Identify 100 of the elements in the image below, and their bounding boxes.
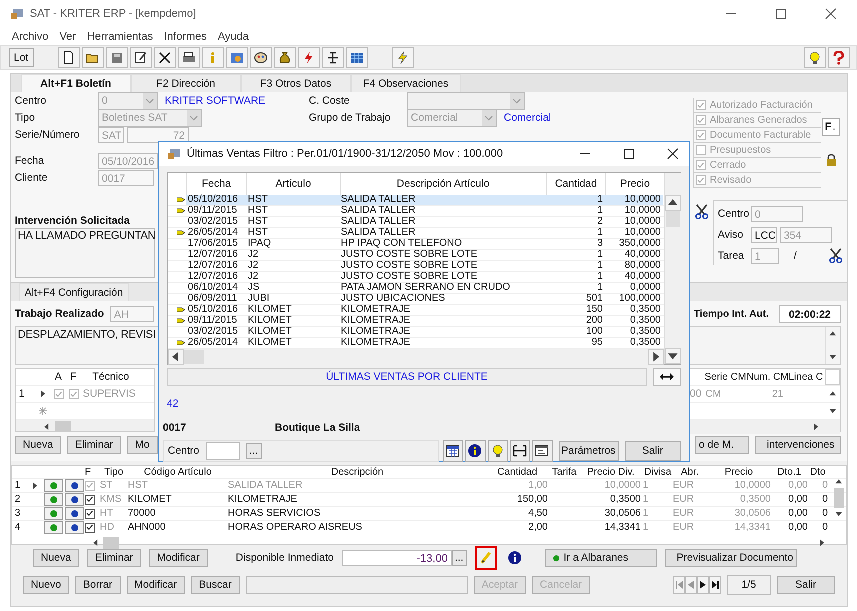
toolbar-button[interactable] <box>510 440 530 462</box>
scroll-down-icon[interactable] <box>829 407 838 415</box>
close-icon[interactable] <box>825 8 837 20</box>
toolbar-button[interactable] <box>442 440 464 462</box>
checkbox[interactable] <box>696 130 706 140</box>
table-cell[interactable]: 09/11/2015 <box>186 316 246 326</box>
column-header[interactable]: Precio Div. <box>581 466 641 478</box>
dialog-button[interactable]: Parámetros <box>558 441 619 461</box>
menu-item[interactable]: Ayuda <box>218 30 250 42</box>
table-cell[interactable]: 12/07/2016 <box>186 250 246 260</box>
column-header[interactable]: Serie CM <box>702 372 745 382</box>
checkbox[interactable] <box>696 160 706 170</box>
table-cell[interactable]: 26/05/2014 <box>186 338 246 348</box>
table-cell[interactable]: 12/07/2016 <box>186 261 246 271</box>
scroll-thumb[interactable] <box>55 421 71 431</box>
checkbox[interactable] <box>85 494 95 504</box>
checkbox[interactable] <box>68 389 78 399</box>
status-button[interactable] <box>65 479 84 492</box>
menu-item[interactable]: Ver <box>60 30 76 42</box>
status-button[interactable] <box>65 521 84 534</box>
scroll-up-icon[interactable] <box>835 478 843 486</box>
scissors-icon[interactable] <box>829 248 843 264</box>
scroll-thumb[interactable] <box>666 211 680 227</box>
toolbar-button[interactable] <box>154 47 176 68</box>
toolbar-button[interactable] <box>804 47 826 68</box>
scroll-down-icon[interactable] <box>665 348 681 364</box>
scroll-down-icon[interactable] <box>835 510 843 518</box>
work-group-link[interactable]: Comercial <box>504 112 552 124</box>
first-record-button[interactable] <box>673 576 685 594</box>
status-button[interactable] <box>44 479 63 492</box>
column-header[interactable]: A <box>51 371 66 383</box>
toolbar-button[interactable] <box>274 47 296 68</box>
scroll-right-icon[interactable] <box>648 349 664 365</box>
exit-button[interactable]: Salir <box>777 576 835 594</box>
more-button[interactable]: ... <box>452 550 467 566</box>
table-cell[interactable]: 17/06/2015 <box>186 239 246 249</box>
scroll-up-icon[interactable] <box>829 390 838 398</box>
tab[interactable]: Alt+F4 Configuración <box>19 283 129 301</box>
checkbox[interactable] <box>85 522 95 532</box>
action-button[interactable]: Nueva <box>33 549 80 567</box>
column-header[interactable]: F <box>66 371 81 383</box>
scroll-thumb[interactable] <box>834 488 844 508</box>
status-button[interactable] <box>44 493 63 506</box>
next-record-button[interactable] <box>697 576 709 594</box>
current-row-marker[interactable] <box>39 390 47 398</box>
close-icon[interactable] <box>667 148 679 160</box>
tab[interactable]: F3 Otros Datos <box>241 74 351 92</box>
tab[interactable]: F4 Observaciones <box>351 74 461 92</box>
maximize-icon[interactable] <box>623 148 635 160</box>
scroll-up-icon[interactable] <box>665 195 681 211</box>
column-header[interactable]: Divisa <box>641 466 673 478</box>
toolbar-button[interactable] <box>130 47 152 68</box>
column-header[interactable]: Tipo <box>98 466 128 478</box>
toolbar-button[interactable] <box>532 440 553 462</box>
scroll-left-icon[interactable] <box>43 423 51 431</box>
action-button[interactable]: Borrar <box>75 576 121 594</box>
scroll-thumb[interactable] <box>184 350 204 364</box>
column-header[interactable]: Dto.1 <box>771 466 808 478</box>
column-header[interactable]: Abr. <box>673 466 707 478</box>
tab[interactable]: F2 Dirección <box>131 74 241 92</box>
series-field[interactable]: LCC <box>751 227 777 243</box>
table-cell[interactable]: 06/10/2014 <box>186 283 246 293</box>
table-cell[interactable]: 03/02/2015 <box>186 217 246 227</box>
toolbar-button[interactable] <box>488 440 508 462</box>
dialog-button[interactable]: Salir <box>624 441 681 461</box>
toolbar-button[interactable] <box>322 47 344 68</box>
table-cell[interactable]: 05/10/2016 <box>186 195 246 205</box>
checkbox[interactable] <box>85 508 95 518</box>
action-button[interactable]: Modificar <box>149 549 208 567</box>
scroll-left-icon[interactable] <box>92 538 100 546</box>
tab[interactable]: Alt+F1 Boletín <box>21 74 131 92</box>
table-cell[interactable]: 06/09/2011 <box>186 294 246 304</box>
checkbox[interactable] <box>696 100 706 110</box>
checkbox[interactable] <box>696 115 706 125</box>
last-record-button[interactable] <box>709 576 721 594</box>
work-text-area[interactable]: DESPLAZAMIENTO, REVISI <box>16 327 158 343</box>
scroll-up-icon[interactable] <box>829 330 837 338</box>
menu-item[interactable]: Archivo <box>12 30 49 42</box>
column-header[interactable]: Num. CM <box>744 372 787 382</box>
status-button[interactable] <box>44 507 63 520</box>
action-button[interactable]: Mo <box>127 436 158 454</box>
toolbar-button[interactable] <box>178 47 200 68</box>
lot-button[interactable]: Lot <box>9 48 34 67</box>
table-cell[interactable]: 03/02/2015 <box>186 327 246 337</box>
action-button[interactable]: Eliminar <box>87 549 142 567</box>
table-cell[interactable]: 05/10/2016 <box>186 305 246 315</box>
pencil-icon[interactable] <box>480 551 492 565</box>
albaranes-button[interactable]: Ir a Albaranes <box>544 549 657 567</box>
status-button[interactable] <box>65 507 84 520</box>
scroll-right-icon[interactable] <box>818 538 826 546</box>
column-header[interactable]: Tarifa <box>548 466 581 478</box>
toolbar-button[interactable] <box>82 47 104 68</box>
action-button[interactable]: Buscar <box>191 576 240 594</box>
action-button[interactable]: o de M. <box>695 436 749 454</box>
column-header[interactable]: Descripción <box>228 466 487 478</box>
action-button[interactable]: Nueva <box>15 436 62 454</box>
column-header[interactable]: Cantidad <box>487 466 548 478</box>
table-cell[interactable]: 12/07/2016 <box>186 272 246 282</box>
checkbox[interactable] <box>696 175 706 185</box>
request-text-area[interactable]: HA LLAMADO PREGUNTAN <box>15 228 155 278</box>
